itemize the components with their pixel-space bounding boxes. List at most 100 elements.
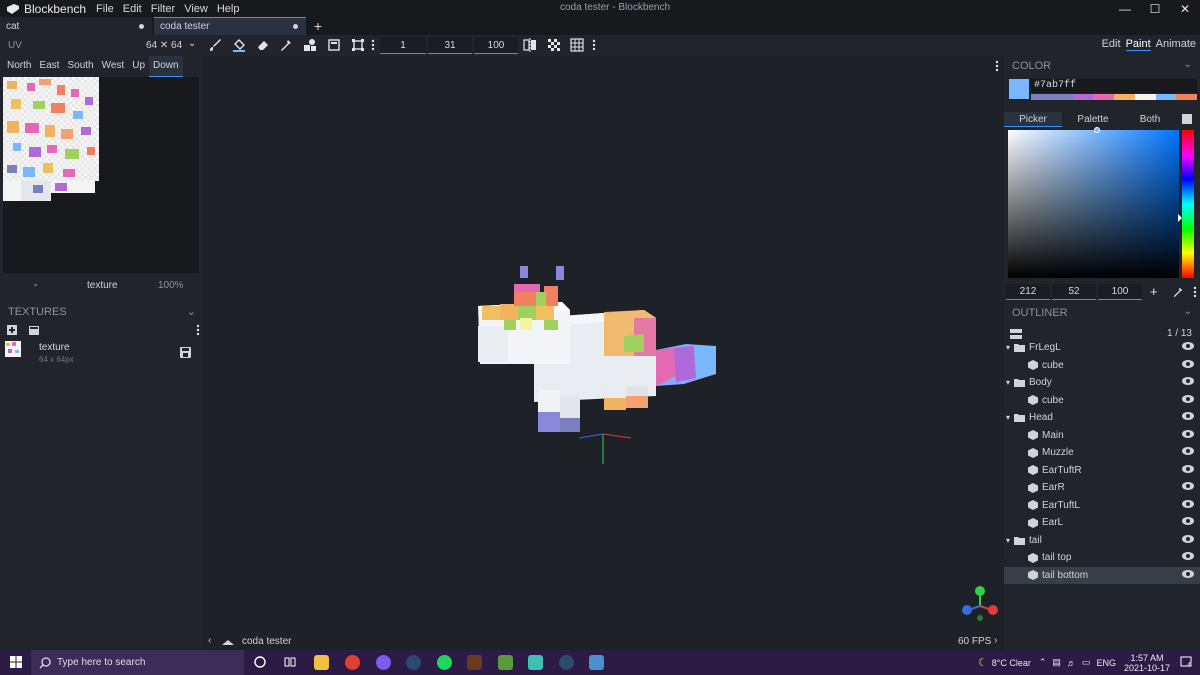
steam-icon[interactable] xyxy=(406,655,421,670)
save-icon[interactable] xyxy=(180,347,191,358)
outliner-cube[interactable]: EarTuftL xyxy=(1004,497,1200,515)
face-tab-up[interactable]: Up xyxy=(128,56,149,76)
checkbox-icon[interactable] xyxy=(1182,114,1192,124)
eye-icon[interactable] xyxy=(1182,534,1194,546)
history-color[interactable] xyxy=(1176,94,1197,100)
copy-paste-tool-icon[interactable] xyxy=(326,37,342,53)
outliner-cube[interactable]: tail top xyxy=(1004,549,1200,567)
outliner-cube[interactable]: Muzzle xyxy=(1004,444,1200,462)
menu-help[interactable]: Help xyxy=(217,3,240,15)
chevron-right-icon[interactable]: › xyxy=(994,635,997,646)
discord-icon[interactable] xyxy=(376,655,391,670)
navigation-gizmo-icon[interactable] xyxy=(960,586,1000,622)
eye-icon[interactable] xyxy=(1182,517,1194,528)
more-options-icon[interactable] xyxy=(196,324,200,339)
more-options-icon[interactable] xyxy=(368,37,378,53)
task-view-icon[interactable] xyxy=(284,656,296,668)
textures-panel-header[interactable]: TEXTURES ⌄ xyxy=(0,303,202,321)
chevron-down-icon[interactable]: ⌄ xyxy=(1184,59,1192,70)
chevron-down-icon[interactable]: ▾ xyxy=(1006,378,1010,387)
notifications-icon[interactable]: 4 xyxy=(1180,656,1194,670)
eye-icon[interactable] xyxy=(1182,394,1194,406)
volume-icon[interactable]: ♬ xyxy=(1067,658,1076,668)
outliner-group[interactable]: ▾ Head xyxy=(1004,409,1200,427)
texture-list-item[interactable]: texture 64 x 64px xyxy=(0,338,202,366)
eraser-icon[interactable] xyxy=(255,37,271,53)
language-indicator[interactable]: ENG xyxy=(1096,658,1116,668)
mode-paint-tab[interactable]: Paint xyxy=(1125,38,1151,51)
mode-animate-tab[interactable]: Animate xyxy=(1156,38,1196,51)
menu-file[interactable]: File xyxy=(96,3,114,15)
app-icon[interactable] xyxy=(528,655,543,670)
history-color[interactable] xyxy=(1093,94,1114,100)
brush-size-input[interactable]: 1 xyxy=(380,37,426,54)
cortana-icon[interactable] xyxy=(254,656,266,668)
saturation-input[interactable]: 52 xyxy=(1052,284,1096,300)
tab-coda-tester[interactable]: coda tester xyxy=(154,17,306,35)
windows-start-icon[interactable] xyxy=(10,656,22,668)
more-options-icon[interactable] xyxy=(589,37,599,53)
face-tab-down[interactable]: Down xyxy=(149,55,183,77)
file-explorer-icon[interactable] xyxy=(314,655,329,670)
add-color-icon[interactable]: + xyxy=(1150,284,1158,299)
outliner-group[interactable]: ▾ Body xyxy=(1004,374,1200,392)
chevron-down-icon[interactable]: ▾ xyxy=(1006,343,1010,352)
outliner-cube[interactable]: EarL xyxy=(1004,514,1200,532)
chrome-icon[interactable] xyxy=(345,655,360,670)
minecraft-icon[interactable] xyxy=(498,655,513,670)
chevron-down-icon[interactable]: ⌄ xyxy=(1184,306,1192,317)
face-tab-south[interactable]: South xyxy=(63,56,97,76)
eye-icon[interactable] xyxy=(1182,499,1194,511)
outliner-cube[interactable]: EarR xyxy=(1004,479,1200,497)
outliner-toolbar-icon[interactable] xyxy=(1010,329,1022,339)
chevron-down-icon[interactable]: ⌄ xyxy=(187,303,196,321)
outliner-group[interactable]: ▾ FrLegL xyxy=(1004,339,1200,357)
close-icon[interactable]: ✕ xyxy=(1170,0,1200,17)
eye-icon[interactable] xyxy=(1182,552,1194,563)
new-tab-button[interactable]: + xyxy=(308,17,328,35)
eye-icon[interactable] xyxy=(1182,482,1194,493)
history-color[interactable] xyxy=(1134,94,1156,100)
network-icon[interactable]: ▤ xyxy=(1052,657,1061,668)
outliner-cube[interactable]: cube xyxy=(1004,392,1200,410)
tab-both[interactable]: Both xyxy=(1124,112,1176,127)
color-picker-icon[interactable] xyxy=(278,37,294,53)
maximize-icon[interactable]: ☐ xyxy=(1140,0,1170,17)
picker-handle[interactable] xyxy=(1094,127,1100,133)
3d-viewport[interactable] xyxy=(204,56,1004,634)
history-color[interactable] xyxy=(1155,94,1177,100)
outliner-group[interactable]: ▾ tail xyxy=(1004,532,1200,550)
hex-color-input[interactable]: #7ab7ff xyxy=(1031,79,1197,93)
blockbench-taskbar-icon[interactable] xyxy=(589,655,604,670)
mirror-painting-icon[interactable] xyxy=(522,37,538,53)
brush-icon[interactable] xyxy=(207,37,223,53)
outliner-cube[interactable]: cube xyxy=(1004,357,1200,375)
taskbar-search-box[interactable]: Type here to search xyxy=(31,650,244,675)
shape-tool-icon[interactable] xyxy=(302,37,318,53)
menu-view[interactable]: View xyxy=(184,3,208,15)
mode-edit-tab[interactable]: Edit xyxy=(1102,38,1121,51)
history-color[interactable] xyxy=(1072,94,1094,100)
eye-icon[interactable] xyxy=(1182,464,1194,476)
outliner-cube[interactable]: Main xyxy=(1004,427,1200,445)
hue-input[interactable]: 212 xyxy=(1006,284,1050,300)
eye-icon[interactable] xyxy=(1182,569,1194,581)
face-tab-north[interactable]: North xyxy=(3,56,35,76)
outliner-cube[interactable]: EarTuftR xyxy=(1004,462,1200,480)
weather-text[interactable]: 8°C Clear xyxy=(992,658,1031,668)
eye-icon[interactable] xyxy=(1182,342,1194,353)
transform-icon[interactable] xyxy=(350,37,366,53)
steam-icon[interactable] xyxy=(559,655,574,670)
eyedropper-icon[interactable] xyxy=(1172,286,1184,298)
chevron-left-icon[interactable]: ‹ xyxy=(208,635,211,646)
brush-opacity-input[interactable]: 31 xyxy=(428,37,472,54)
import-texture-icon[interactable] xyxy=(6,324,18,336)
eye-icon[interactable] xyxy=(1182,359,1194,371)
outliner-cube-selected[interactable]: tail bottom xyxy=(1004,566,1200,584)
clock[interactable]: 1:57 AM 2021-10-17 xyxy=(1124,653,1170,673)
chevron-down-icon[interactable]: ⌄ xyxy=(188,38,196,49)
face-tab-west[interactable]: West xyxy=(98,56,129,76)
value-input[interactable]: 100 xyxy=(1098,284,1142,300)
chevron-down-icon[interactable]: ▾ xyxy=(1006,536,1010,545)
pixel-grid-icon[interactable] xyxy=(569,37,585,53)
